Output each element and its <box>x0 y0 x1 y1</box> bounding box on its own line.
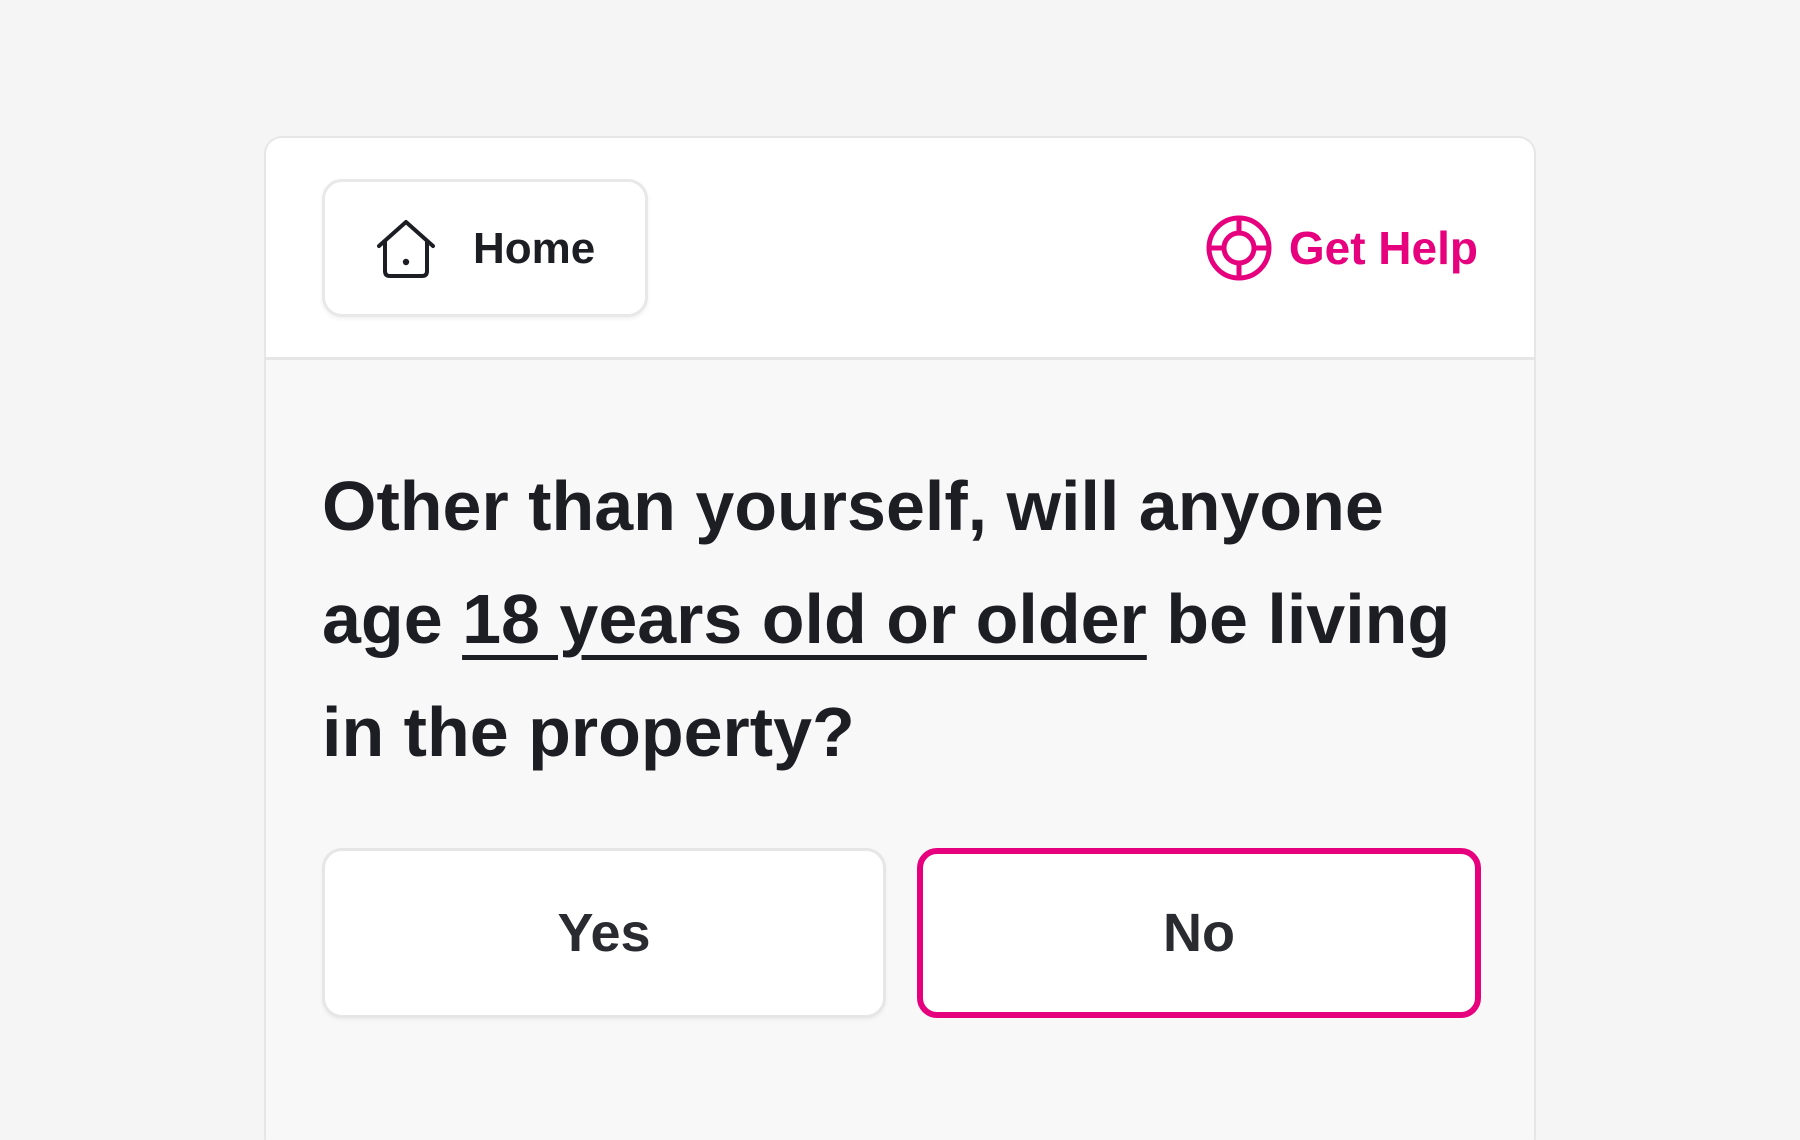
answer-yes-button[interactable]: Yes <box>322 848 886 1018</box>
question-text: Other than yourself, will anyone age 18 … <box>322 450 1462 789</box>
home-label: Home <box>473 224 596 273</box>
get-help-label: Get Help <box>1288 222 1478 274</box>
card-header: Home Get Help <box>266 138 1534 360</box>
question-card: Home Get Help Other than yourself, will … <box>264 136 1536 1140</box>
answer-no-button[interactable]: No <box>917 848 1481 1018</box>
get-help-link[interactable]: Get Help <box>1205 214 1478 282</box>
age-definition-link[interactable]: 18 years old or older <box>462 580 1147 658</box>
lifebuoy-icon <box>1206 215 1272 281</box>
home-icon <box>377 220 435 278</box>
home-button[interactable]: Home <box>322 179 648 317</box>
